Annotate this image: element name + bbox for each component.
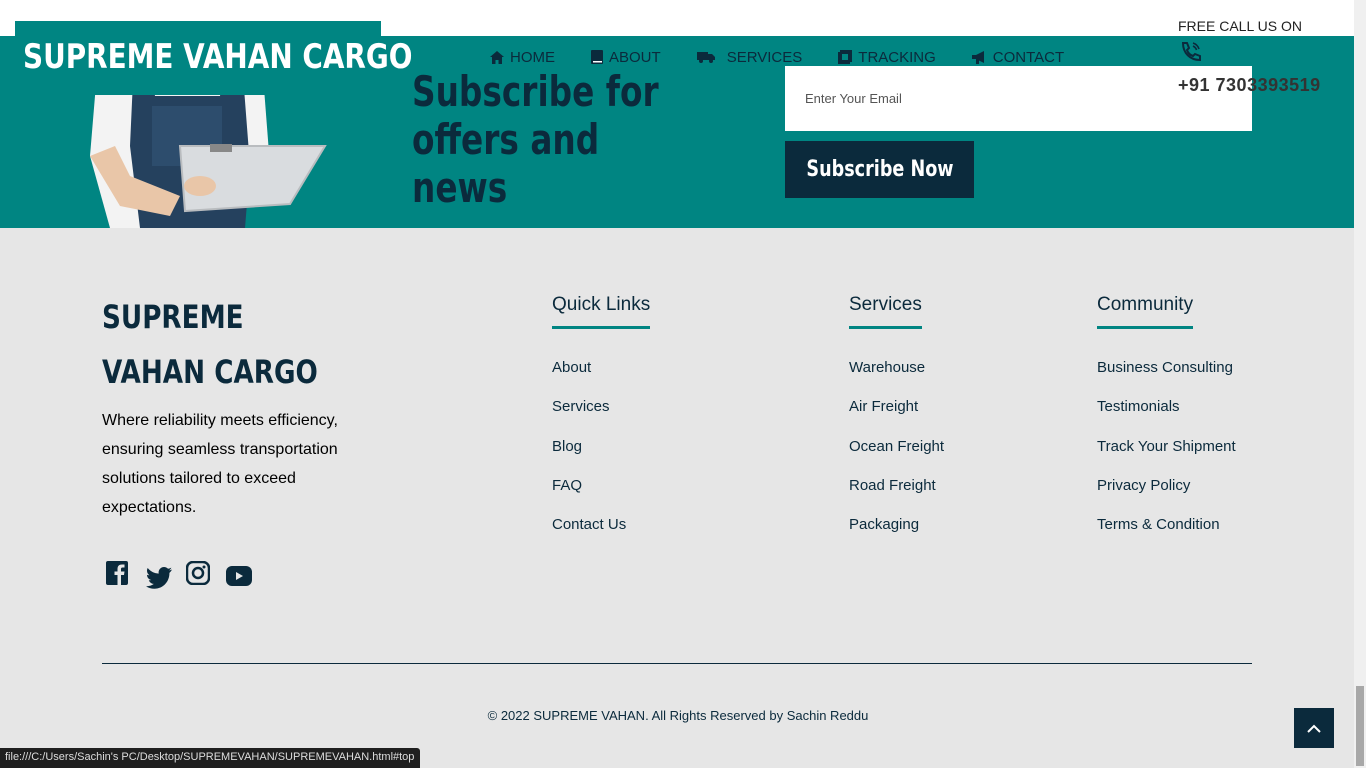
nav-contact[interactable]: CONTACT bbox=[971, 48, 1065, 66]
back-to-top-button[interactable] bbox=[1294, 708, 1334, 748]
megaphone-icon bbox=[971, 50, 984, 64]
services-title: Services bbox=[849, 294, 922, 329]
scrollbar-thumb[interactable] bbox=[1356, 686, 1364, 766]
quick-links-column: Quick Links About Services Blog FAQ Cont… bbox=[552, 294, 651, 555]
community-column: Community Business Consulting Testimonia… bbox=[1097, 294, 1236, 555]
nav-home-label: HOME bbox=[510, 48, 555, 66]
copyright-text: © 2022 SUPREME VAHAN. All Rights Reserve… bbox=[487, 708, 869, 723]
page-scrollbar[interactable] bbox=[1354, 0, 1366, 768]
social-links bbox=[106, 560, 266, 589]
nav-contact-label: CONTACT bbox=[992, 48, 1065, 66]
quick-link-faq[interactable]: FAQ bbox=[552, 477, 650, 516]
status-bar-url: file:///C:/Users/Sachin's PC/Desktop/SUP… bbox=[0, 748, 421, 768]
nav-tracking-label: TRACKING bbox=[858, 48, 936, 66]
subscribe-button[interactable]: Subscribe Now bbox=[785, 141, 974, 198]
service-link-packaging[interactable]: Packaging bbox=[849, 516, 944, 555]
facebook-icon[interactable] bbox=[106, 561, 130, 587]
community-link-terms[interactable]: Terms & Condition bbox=[1097, 516, 1236, 555]
call-number[interactable]: +91 7303393519 bbox=[1178, 75, 1321, 96]
community-title: Community bbox=[1097, 294, 1194, 329]
quick-link-services[interactable]: Services bbox=[552, 398, 650, 437]
nav-services-label: SERVICES bbox=[726, 48, 803, 66]
nav-about-label: ABOUT bbox=[609, 48, 661, 66]
subscribe-title: Subscribe for offers and news bbox=[412, 67, 659, 212]
phone-icon bbox=[1181, 42, 1201, 61]
call-title: FREE CALL US ON bbox=[1178, 18, 1302, 34]
community-link-business-consulting[interactable]: Business Consulting bbox=[1097, 359, 1236, 398]
chevron-up-icon bbox=[1307, 724, 1321, 733]
service-link-air-freight[interactable]: Air Freight bbox=[849, 398, 944, 437]
brand-name: SUPREME VAHAN CARGO bbox=[23, 37, 413, 77]
nav-services[interactable]: SERVICES bbox=[696, 48, 803, 66]
footer-brand: SUPREME VAHAN CARGO bbox=[102, 298, 318, 391]
quick-link-blog[interactable]: Blog bbox=[552, 438, 650, 477]
tracking-icon bbox=[838, 50, 853, 64]
service-link-ocean-freight[interactable]: Ocean Freight bbox=[849, 438, 944, 477]
twitter-icon[interactable] bbox=[146, 561, 172, 589]
service-link-road-freight[interactable]: Road Freight bbox=[849, 477, 944, 516]
service-link-warehouse[interactable]: Warehouse bbox=[849, 359, 944, 398]
youtube-icon[interactable] bbox=[226, 561, 252, 587]
book-icon bbox=[591, 50, 603, 64]
quick-link-about[interactable]: About bbox=[552, 359, 650, 398]
services-column: Services Warehouse Air Freight Ocean Fre… bbox=[849, 294, 944, 555]
community-link-privacy-policy[interactable]: Privacy Policy bbox=[1097, 477, 1236, 516]
main-nav: HOME ABOUT SERVICES TRACKING CONTACT bbox=[490, 47, 1100, 67]
instagram-icon[interactable] bbox=[185, 560, 211, 587]
truck-icon bbox=[696, 52, 715, 63]
community-link-testimonials[interactable]: Testimonials bbox=[1097, 398, 1236, 437]
quick-links-title: Quick Links bbox=[552, 294, 651, 329]
footer-divider bbox=[102, 663, 1252, 664]
brand-logo[interactable]: SUPREME VAHAN CARGO bbox=[15, 21, 412, 95]
nav-about[interactable]: ABOUT bbox=[591, 49, 661, 66]
home-icon bbox=[490, 50, 504, 64]
subscribe-button-label: Subscribe Now bbox=[805, 157, 954, 182]
footer-description: Where reliability meets efficiency, ensu… bbox=[102, 412, 338, 516]
nav-tracking[interactable]: TRACKING bbox=[838, 49, 936, 66]
community-link-track-shipment[interactable]: Track Your Shipment bbox=[1097, 438, 1236, 477]
nav-home[interactable]: HOME bbox=[490, 49, 555, 66]
quick-link-contact[interactable]: Contact Us bbox=[552, 516, 650, 555]
